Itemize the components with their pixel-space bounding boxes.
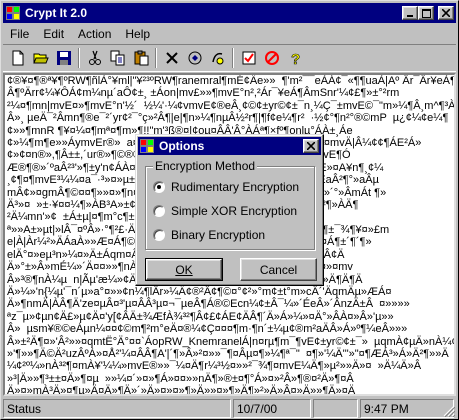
ok-label: OK xyxy=(175,262,193,277)
radio-button-checked[interactable] xyxy=(153,181,165,193)
decrypt-button[interactable] xyxy=(206,47,229,69)
dialog-close-button[interactable] xyxy=(303,139,319,153)
cut-scissors-icon xyxy=(88,50,101,65)
menu-help[interactable]: Help xyxy=(118,27,157,41)
close-button[interactable] xyxy=(438,6,454,20)
help-button[interactable]: ? xyxy=(283,47,306,69)
menu-action[interactable]: Action xyxy=(71,27,118,41)
group-label: Encryption Method xyxy=(153,159,258,173)
open-button[interactable] xyxy=(29,47,52,69)
options-button[interactable] xyxy=(237,47,260,69)
save-disk-icon xyxy=(56,51,71,65)
radio-button[interactable] xyxy=(153,205,165,217)
delete-button[interactable] xyxy=(160,47,183,69)
options-check-icon xyxy=(242,51,255,65)
status-date: 10/7/00 xyxy=(233,399,311,418)
radio-rudimentary[interactable]: Rudimentary Encryption xyxy=(153,180,299,194)
dialog-app-icon xyxy=(140,139,154,153)
status-time: 9:47 PM xyxy=(360,399,454,418)
open-folder-icon xyxy=(32,53,49,64)
encryption-method-group: Encryption Method Rudimentary Encryption… xyxy=(145,159,315,250)
delete-x-icon xyxy=(165,52,178,64)
encrypt-icon xyxy=(188,51,201,65)
svg-text:?: ? xyxy=(291,51,300,66)
ok-button[interactable]: OK xyxy=(145,258,223,281)
menu-edit[interactable]: Edit xyxy=(36,27,71,41)
status-empty-pane xyxy=(313,399,358,418)
radio-simple-xor[interactable]: Simple XOR Encryption xyxy=(153,204,297,218)
encrypt-button[interactable] xyxy=(183,47,206,69)
title-bar[interactable]: Crypt It 2.0 xyxy=(3,3,456,23)
close-icon xyxy=(307,142,315,150)
toolbar-separator xyxy=(232,48,234,68)
cancel-label: Cancel xyxy=(259,262,298,277)
dialog-title-bar[interactable]: Options xyxy=(138,137,321,155)
dialog-title: Options xyxy=(159,139,205,153)
menu-file[interactable]: File xyxy=(3,27,36,41)
resize-grip-icon[interactable] xyxy=(443,405,455,417)
copy-button[interactable] xyxy=(106,47,129,69)
status-text: Status xyxy=(3,399,231,418)
cancel-button[interactable]: Cancel xyxy=(240,258,317,281)
stop-icon xyxy=(264,51,279,65)
new-file-button[interactable] xyxy=(6,47,29,69)
minimize-button[interactable] xyxy=(402,6,418,20)
close-icon xyxy=(442,9,450,17)
copy-icon xyxy=(110,50,124,66)
maximize-button[interactable] xyxy=(418,6,434,20)
stop-button[interactable] xyxy=(260,47,283,69)
paste-button[interactable] xyxy=(129,47,152,69)
app-icon xyxy=(6,6,20,20)
toolbar-separator xyxy=(155,48,157,68)
minimize-icon xyxy=(407,15,413,17)
help-icon: ? xyxy=(290,51,300,66)
radio-binary[interactable]: Binary Encryption xyxy=(153,228,265,242)
save-button[interactable] xyxy=(52,47,75,69)
options-dialog: Options Encryption Method Rudimentary En… xyxy=(135,134,324,286)
toolbar-separator xyxy=(78,48,80,68)
radio-label: Binary Encryption xyxy=(171,228,266,242)
toolbar: ? xyxy=(3,44,456,72)
radio-label: Rudimentary Encryption xyxy=(171,180,300,194)
window-title: Crypt It 2.0 xyxy=(25,6,88,20)
status-bar: Status 10/7/00 9:47 PM xyxy=(3,399,456,418)
menu-bar: File Edit Action Help xyxy=(3,24,456,43)
radio-label: Simple XOR Encryption xyxy=(171,204,298,218)
cut-button[interactable] xyxy=(83,47,106,69)
new-file-icon xyxy=(12,50,23,66)
radio-button[interactable] xyxy=(153,229,165,241)
maximize-icon xyxy=(421,8,431,18)
decrypt-icon xyxy=(211,52,223,65)
paste-icon xyxy=(134,50,148,66)
